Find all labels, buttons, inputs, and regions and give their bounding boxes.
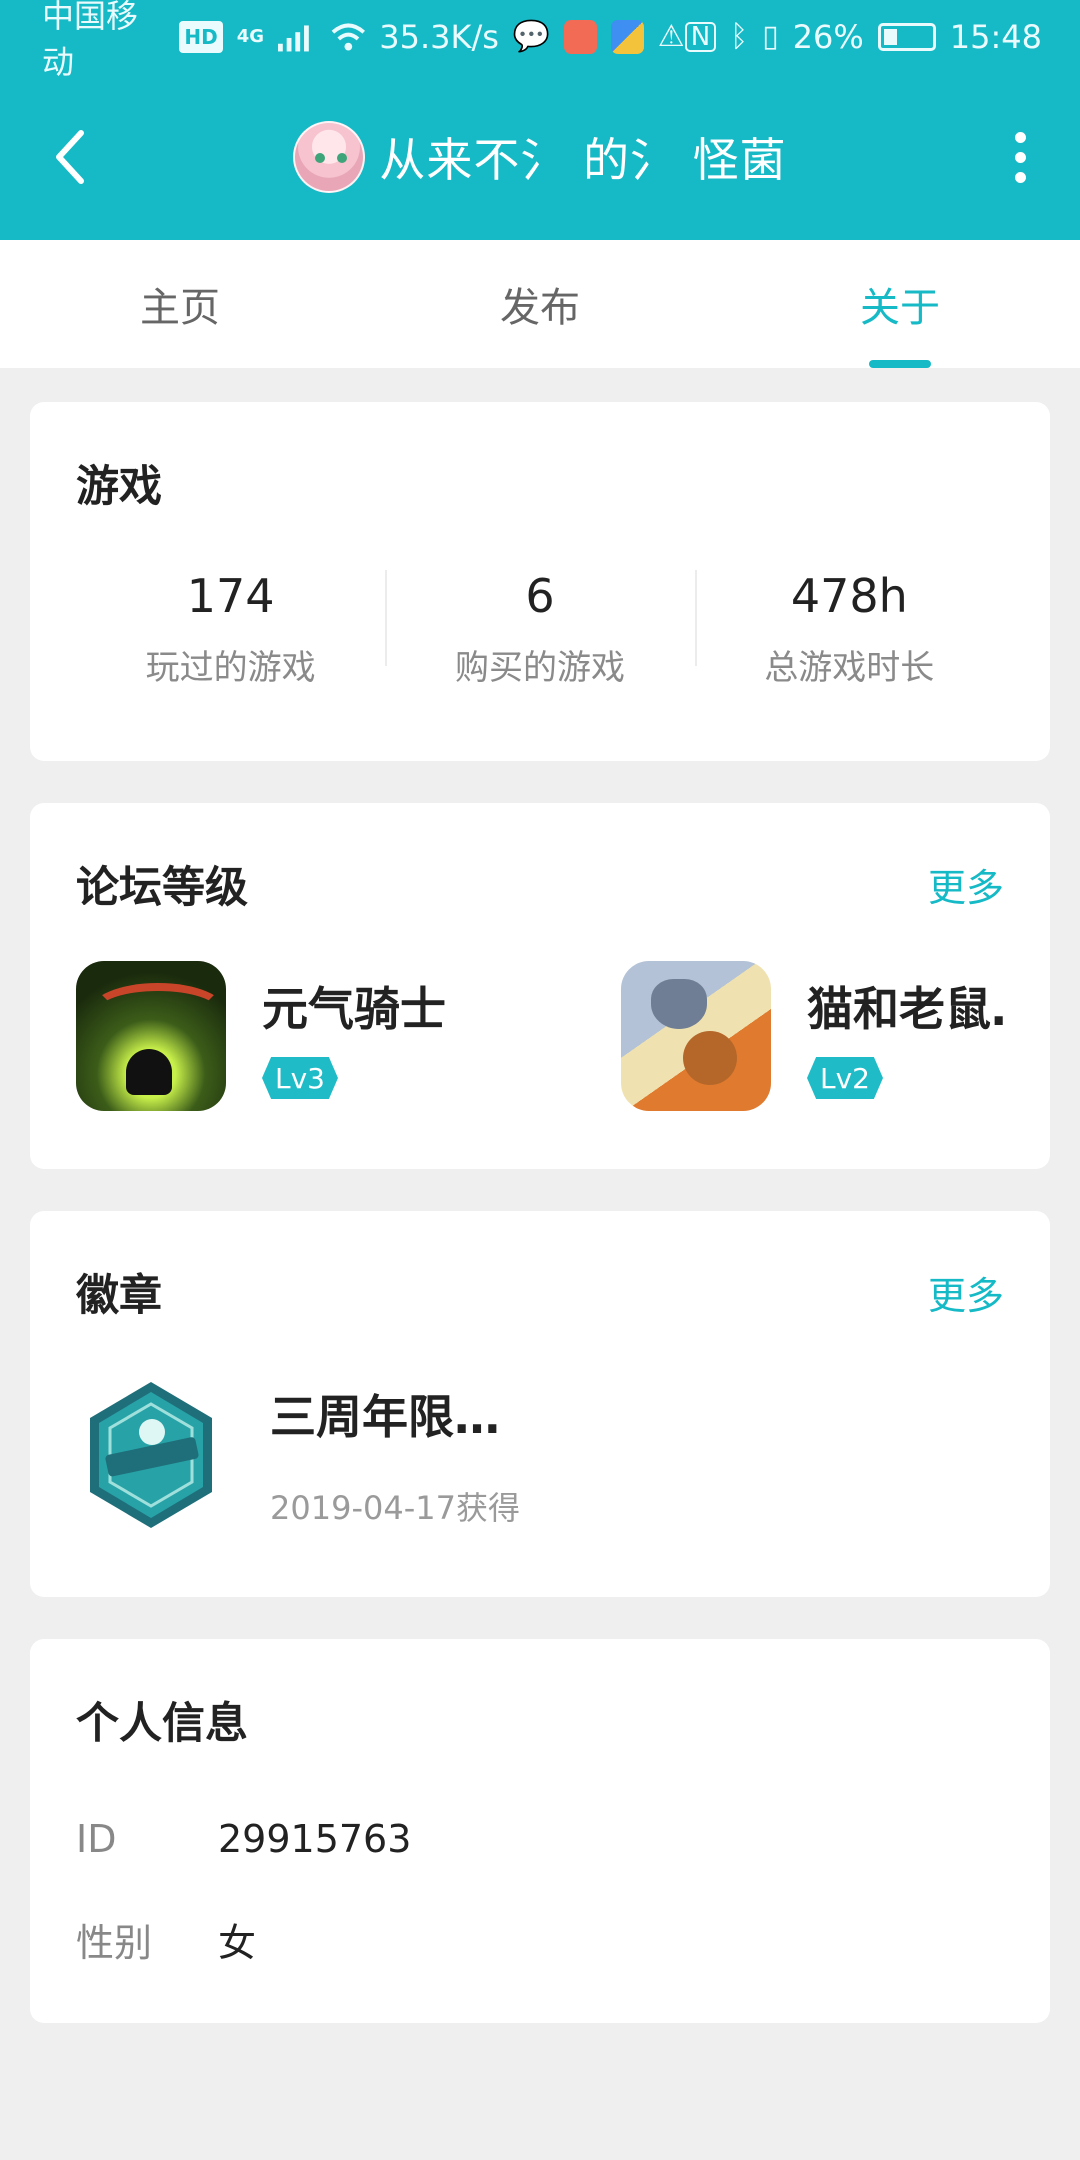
info-value: 29915763 <box>218 1817 412 1861</box>
forum-level-title: 论坛等级 <box>76 863 248 913</box>
warning-icon: ⚠ <box>657 19 685 54</box>
wifi-icon <box>331 23 365 51</box>
info-row-gender: 性别 女 <box>76 1889 1004 1989</box>
vibrate-icon: ▯ <box>762 19 779 54</box>
game-name: 猫和老鼠… <box>807 982 1004 1036</box>
info-key: 性别 <box>76 1920 153 1965</box>
badge-card: 徽章 更多 三周年限… 2019-04-17获得 <box>30 1211 1050 1597</box>
hd-icon: HD <box>179 21 223 53</box>
avatar[interactable] <box>293 121 366 193</box>
soul-knight-game-icon <box>76 961 226 1111</box>
battery-icon <box>877 23 936 51</box>
game-name: 元气骑士 <box>262 982 446 1036</box>
profile-tabs: 主页 发布 关于 <box>0 240 1080 368</box>
network-speed: 35.3K/s <box>379 18 499 56</box>
about-content: 游戏 174 玩过的游戏 6 购买的游戏 478h 总游戏时长 论坛等级 更多 <box>0 368 1080 2023</box>
badge-item[interactable]: 三周年限… 2019-04-17获得 <box>76 1323 1004 1597</box>
stat-playtime[interactable]: 478h 总游戏时长 <box>694 564 1004 689</box>
user-nickname: 从来不氵 的氵 怪菌 <box>379 133 787 187</box>
games-card-title: 游戏 <box>76 462 162 512</box>
stat-purchased[interactable]: 6 购买的游戏 <box>385 564 694 689</box>
clock-time: 15:48 <box>949 18 1042 56</box>
tab-about[interactable]: 关于 <box>720 240 1080 368</box>
app-top-bar: 中国移动 HD 4G 35.3K/s 💬 ⚠ N ᛒ ▯ 26% 15:48 从… <box>0 0 1080 240</box>
bluetooth-icon: ᛒ <box>730 19 749 54</box>
badge-more-link[interactable]: 更多 <box>928 1265 1004 1320</box>
badge-name: 三周年限… <box>270 1390 500 1444</box>
stat-value: 6 <box>525 569 555 623</box>
forum-level-list: 元气骑士 Lv3 猫和老鼠… Lv2 <box>76 915 1004 1169</box>
stat-value: 174 <box>186 569 275 623</box>
stat-label: 购买的游戏 <box>454 648 625 688</box>
tom-and-jerry-game-icon <box>621 961 771 1111</box>
more-options-button[interactable] <box>1000 122 1040 192</box>
personal-info-card: 个人信息 ID 29915763 性别 女 <box>30 1639 1050 2023</box>
badge-date: 2019-04-17获得 <box>270 1489 520 1527</box>
battery-percent: 26% <box>792 18 864 56</box>
info-row-id: ID 29915763 <box>76 1789 1004 1889</box>
level-badge: Lv2 <box>807 1057 883 1099</box>
badge-card-title: 徽章 <box>76 1271 162 1321</box>
games-card: 游戏 174 玩过的游戏 6 购买的游戏 478h 总游戏时长 <box>30 402 1050 761</box>
anniversary-badge-icon <box>76 1367 226 1543</box>
signal-icon <box>278 25 309 52</box>
shopping-app-icon <box>564 20 598 54</box>
status-bar: 中国移动 HD 4G 35.3K/s 💬 ⚠ N ᛒ ▯ 26% 15:48 <box>0 0 1080 81</box>
stat-played[interactable]: 174 玩过的游戏 <box>76 564 385 689</box>
back-arrow-icon <box>56 130 84 184</box>
nfc-icon: N <box>684 22 717 52</box>
send-app-icon <box>611 20 644 54</box>
header-user: 从来不氵 的氵 怪菌 <box>293 121 786 193</box>
personal-info-rows: ID 29915763 性别 女 <box>76 1751 1004 2023</box>
level-badge: Lv3 <box>262 1057 338 1099</box>
stat-label: 玩过的游戏 <box>145 648 316 688</box>
forum-level-item[interactable]: 元气骑士 Lv3 <box>76 961 621 1111</box>
forum-level-item[interactable]: 猫和老鼠… Lv2 <box>621 961 1004 1111</box>
stat-value: 478h <box>790 569 908 623</box>
wechat-icon: 💬 <box>512 19 551 54</box>
game-stats: 174 玩过的游戏 6 购买的游戏 478h 总游戏时长 <box>76 514 1004 761</box>
back-button[interactable] <box>46 122 94 192</box>
tab-home[interactable]: 主页 <box>0 240 360 368</box>
personal-info-title: 个人信息 <box>76 1699 248 1749</box>
info-key: ID <box>76 1817 117 1861</box>
carrier-label: 中国移动 <box>42 0 139 81</box>
dot-icon <box>1014 171 1026 183</box>
dot-icon <box>1014 131 1026 143</box>
profile-header: 从来不氵 的氵 怪菌 <box>0 74 1080 240</box>
tab-posts[interactable]: 发布 <box>360 240 720 368</box>
dot-icon <box>1014 151 1026 163</box>
forum-level-more-link[interactable]: 更多 <box>928 857 1004 912</box>
stat-label: 总游戏时长 <box>764 648 935 688</box>
network-type-label: 4G <box>236 26 264 47</box>
forum-level-card: 论坛等级 更多 元气骑士 Lv3 猫和老鼠… Lv2 <box>30 803 1050 1169</box>
info-value: 女 <box>218 1920 257 1965</box>
